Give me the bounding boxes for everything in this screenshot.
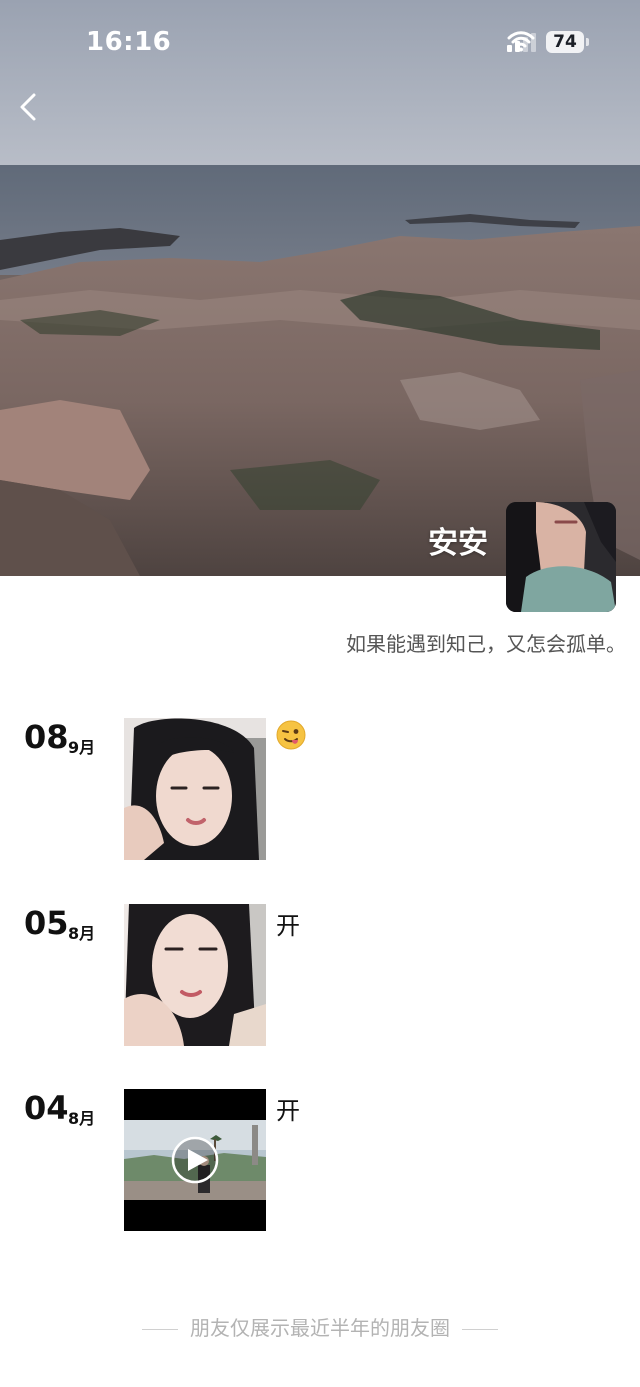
cover-photo[interactable]: 16:16 74 安安 — [0, 0, 640, 576]
post-photo-thumbnail[interactable] — [124, 904, 266, 1046]
visibility-note-text: 朋友仅展示最近半年的朋友圈 — [190, 1316, 450, 1340]
wifi-icon — [507, 31, 535, 52]
post-month: 8月 — [68, 1109, 96, 1128]
status-time: 16:16 — [86, 27, 172, 57]
winking-tongue-emoji-icon — [276, 720, 306, 750]
visibility-note: 朋友仅展示最近半年的朋友圈 — [0, 1312, 640, 1341]
battery-icon: 74 — [546, 31, 589, 53]
profile-name[interactable]: 安安 — [428, 518, 488, 562]
divider-right — [462, 1329, 498, 1330]
post-caption: 开 — [276, 912, 300, 940]
avatar[interactable] — [506, 502, 616, 612]
cover-landscape-illustration — [0, 0, 640, 576]
post-photo-thumbnail[interactable] — [124, 718, 266, 860]
selfie-photo-image — [124, 718, 266, 860]
back-button[interactable] — [18, 92, 58, 132]
post-day: 08 — [24, 718, 69, 756]
status-icons: 74 — [507, 30, 589, 54]
post-day: 05 — [24, 904, 69, 942]
profile-signature: 如果能遇到知己，又怎会孤单。 — [346, 632, 626, 656]
moment-post[interactable]: 05 8月 开 — [0, 904, 640, 1046]
post-month: 8月 — [68, 924, 96, 943]
post-month: 9月 — [68, 738, 96, 757]
post-day: 04 — [24, 1089, 69, 1127]
post-video-thumbnail[interactable] — [124, 1089, 266, 1231]
post-caption: 开 — [276, 1097, 300, 1125]
moment-post[interactable]: 04 8月 开 — [0, 1089, 640, 1231]
portrait-photo-image — [124, 904, 266, 1046]
moment-post[interactable]: 08 9月 — [0, 718, 640, 860]
avatar-portrait-image — [506, 502, 616, 612]
play-icon[interactable] — [124, 1089, 266, 1231]
divider-left — [142, 1329, 178, 1330]
chevron-left-icon — [20, 93, 36, 121]
